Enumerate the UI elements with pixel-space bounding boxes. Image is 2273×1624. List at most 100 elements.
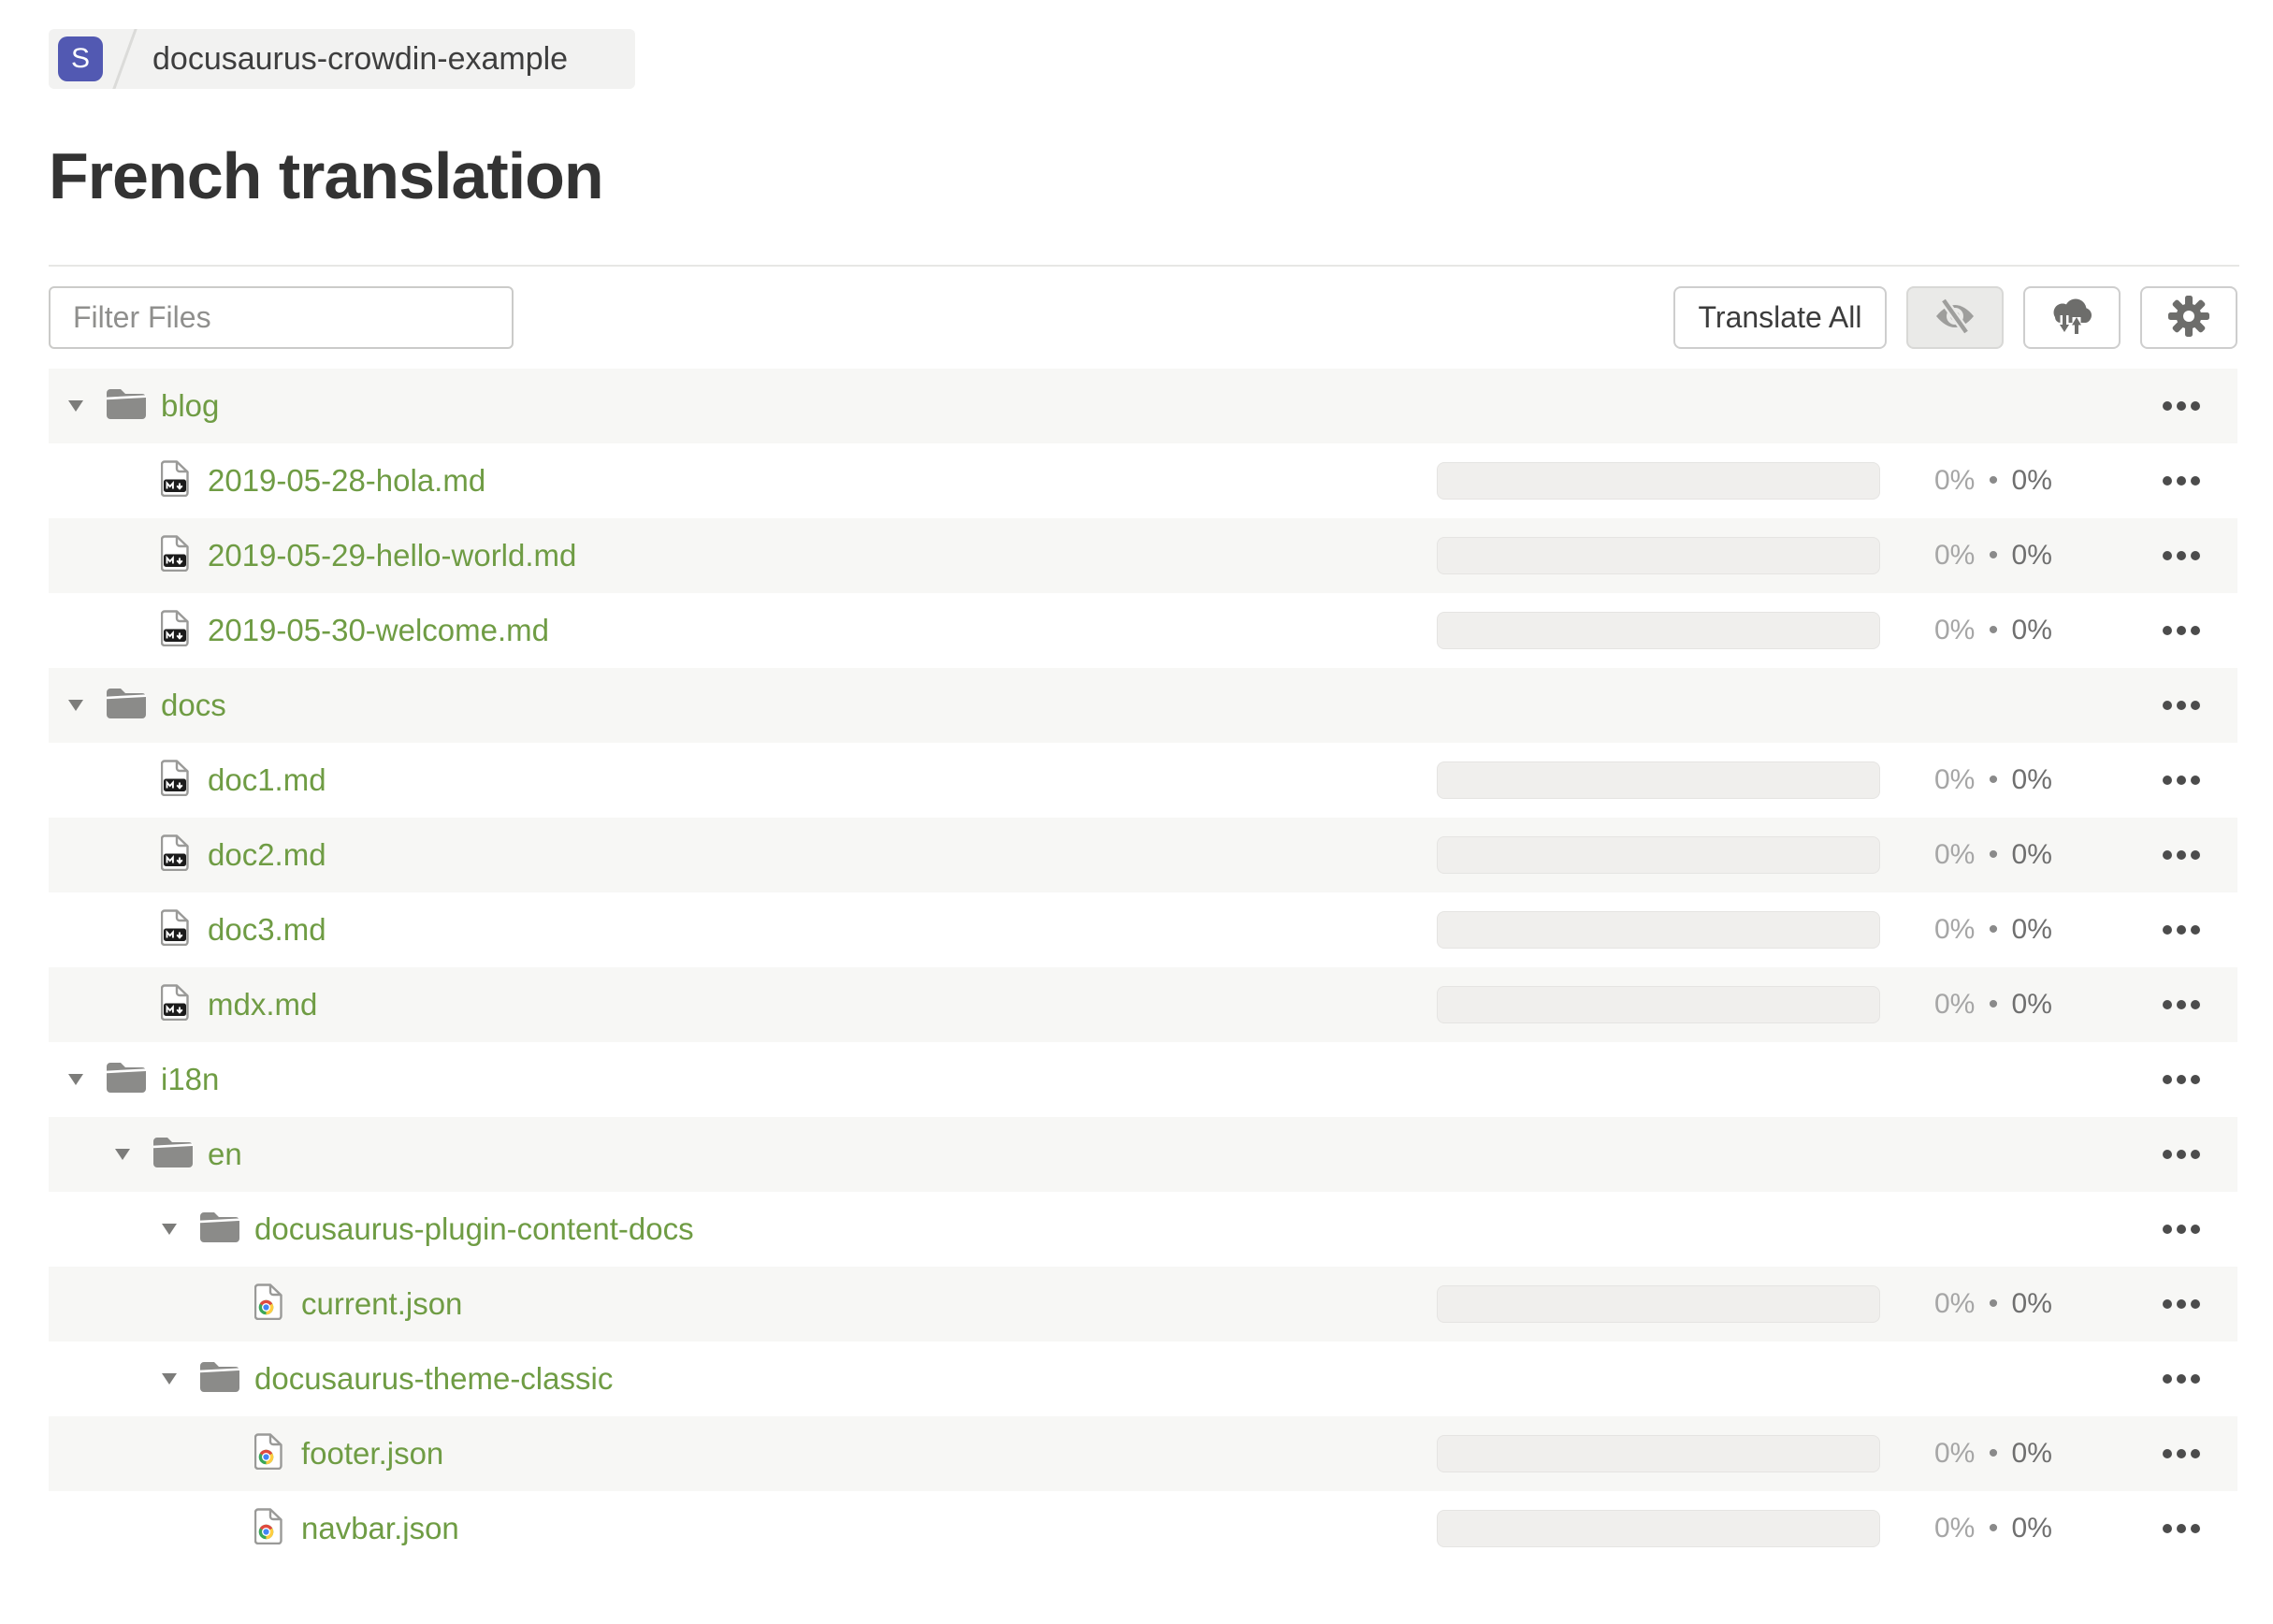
- tree-row[interactable]: 2019-05-29-hello-world.md 0% • 0%: [49, 518, 2237, 593]
- folder-name-link[interactable]: docusaurus-theme-classic: [254, 1361, 613, 1397]
- file-name-link[interactable]: doc2.md: [208, 837, 326, 873]
- toolbar-buttons: Translate All: [1673, 286, 2237, 349]
- filter-files-input[interactable]: [49, 286, 514, 349]
- progress-percentages: 0% • 0%: [1934, 764, 2075, 796]
- tree-row[interactable]: 2019-05-28-hola.md 0% • 0%: [49, 443, 2237, 518]
- translate-all-button[interactable]: Translate All: [1673, 286, 1887, 349]
- tree-row-right: 0% • 0%: [1437, 1285, 2237, 1323]
- expand-triangle-icon[interactable]: [115, 1149, 130, 1160]
- translation-progress-bar: [1437, 1285, 1880, 1323]
- percent-separator: •: [1980, 1438, 2006, 1469]
- tree-row[interactable]: docs: [49, 668, 2237, 743]
- file-name-link[interactable]: navbar.json: [301, 1511, 459, 1546]
- tree-row[interactable]: navbar.json 0% • 0%: [49, 1491, 2237, 1566]
- tree-row-right: 0% • 0%: [1437, 612, 2237, 649]
- expand-triangle-icon[interactable]: [68, 700, 83, 711]
- json-file-icon: [253, 1508, 282, 1549]
- row-context-menu-button[interactable]: [2163, 551, 2200, 560]
- tree-row[interactable]: mdx.md 0% • 0%: [49, 967, 2237, 1042]
- file-name-link[interactable]: footer.json: [301, 1436, 443, 1472]
- cloud-sync-icon: [2049, 297, 2094, 338]
- folder-name-link[interactable]: i18n: [161, 1062, 219, 1097]
- markdown-file-icon: [160, 760, 189, 801]
- progress-percentages: 0% • 0%: [1934, 465, 2075, 497]
- tree-row[interactable]: docusaurus-plugin-content-docs: [49, 1192, 2237, 1267]
- json-file-icon: [253, 1433, 282, 1474]
- tree-row[interactable]: docusaurus-theme-classic: [49, 1341, 2237, 1416]
- progress-percentages: 0% • 0%: [1934, 1288, 2075, 1320]
- breadcrumb-project-name[interactable]: docusaurus-crowdin-example: [152, 41, 568, 78]
- tree-row-left: docusaurus-plugin-content-docs: [49, 1211, 694, 1247]
- breadcrumb-slash-separator: [108, 29, 142, 89]
- tree-row[interactable]: footer.json 0% • 0%: [49, 1416, 2237, 1491]
- markdown-file-icon: [160, 460, 189, 501]
- expand-triangle-icon[interactable]: [162, 1373, 177, 1385]
- hide-completed-button[interactable]: [1906, 286, 2004, 349]
- tree-row[interactable]: i18n: [49, 1042, 2237, 1117]
- row-context-menu-button[interactable]: [2163, 1075, 2200, 1084]
- row-context-menu-button[interactable]: [2163, 925, 2200, 935]
- folder-name-link[interactable]: blog: [161, 388, 219, 424]
- tree-row-left: doc2.md: [49, 834, 326, 876]
- translation-progress-bar: [1437, 761, 1880, 799]
- expand-triangle-icon[interactable]: [162, 1224, 177, 1235]
- tree-row[interactable]: current.json 0% • 0%: [49, 1267, 2237, 1341]
- breadcrumb[interactable]: S docusaurus-crowdin-example: [49, 29, 636, 89]
- tree-row-right: 0% • 0%: [1437, 986, 2237, 1023]
- settings-button[interactable]: [2140, 286, 2237, 349]
- expand-triangle-icon[interactable]: [68, 1074, 83, 1085]
- translation-progress-bar: [1437, 986, 1880, 1023]
- translation-progress-bar: [1437, 1510, 1880, 1547]
- json-file-icon: [253, 1283, 282, 1325]
- file-name-link[interactable]: 2019-05-28-hola.md: [208, 463, 485, 499]
- tree-row[interactable]: 2019-05-30-welcome.md 0% • 0%: [49, 593, 2237, 668]
- row-context-menu-button[interactable]: [2163, 476, 2200, 486]
- tree-row[interactable]: doc3.md 0% • 0%: [49, 892, 2237, 967]
- row-context-menu-button[interactable]: [2163, 1000, 2200, 1009]
- folder-name-link[interactable]: docusaurus-plugin-content-docs: [254, 1211, 694, 1247]
- file-name-link[interactable]: doc3.md: [208, 912, 326, 948]
- file-name-link[interactable]: 2019-05-29-hello-world.md: [208, 538, 576, 573]
- project-page: S docusaurus-crowdin-example French tran…: [0, 0, 2273, 1624]
- row-context-menu-button[interactable]: [2163, 1299, 2200, 1309]
- tree-row[interactable]: blog: [49, 369, 2237, 443]
- row-context-menu-button[interactable]: [2163, 776, 2200, 785]
- row-context-menu-button[interactable]: [2163, 1150, 2200, 1159]
- row-context-menu-button[interactable]: [2163, 850, 2200, 860]
- tree-row-left: 2019-05-30-welcome.md: [49, 610, 549, 651]
- tree-row-right: [1437, 1150, 2237, 1159]
- expand-triangle-icon[interactable]: [68, 400, 83, 412]
- row-context-menu-button[interactable]: [2163, 1225, 2200, 1234]
- row-context-menu-button[interactable]: [2163, 401, 2200, 411]
- file-name-link[interactable]: current.json: [301, 1286, 462, 1322]
- file-tree: blog 2019-05-28-hola.md 0% • 0% 2019-05-…: [49, 369, 2237, 1566]
- percent-separator: •: [1980, 615, 2006, 645]
- tree-row-right: 0% • 0%: [1437, 911, 2237, 949]
- tree-row[interactable]: en: [49, 1117, 2237, 1192]
- row-context-menu-button[interactable]: [2163, 626, 2200, 635]
- tree-row-left: 2019-05-28-hola.md: [49, 460, 485, 501]
- folder-name-link[interactable]: docs: [161, 688, 226, 723]
- row-context-menu-button[interactable]: [2163, 1449, 2200, 1458]
- folder-icon: [103, 688, 152, 723]
- tree-row-right: 0% • 0%: [1437, 537, 2237, 574]
- file-name-link[interactable]: 2019-05-30-welcome.md: [208, 613, 549, 648]
- tree-row-left: mdx.md: [49, 984, 317, 1025]
- file-name-link[interactable]: doc1.md: [208, 762, 326, 798]
- approved-percent: 0%: [2011, 540, 2052, 571]
- translated-percent: 0%: [1934, 1438, 1976, 1469]
- row-context-menu-button[interactable]: [2163, 1524, 2200, 1533]
- file-name-link[interactable]: mdx.md: [208, 987, 317, 1022]
- tree-row[interactable]: doc1.md 0% • 0%: [49, 743, 2237, 818]
- percent-separator: •: [1980, 764, 2006, 795]
- row-context-menu-button[interactable]: [2163, 701, 2200, 710]
- percent-separator: •: [1980, 1513, 2006, 1544]
- approved-percent: 0%: [2011, 839, 2052, 870]
- row-context-menu-button[interactable]: [2163, 1374, 2200, 1384]
- tree-row[interactable]: doc2.md 0% • 0%: [49, 818, 2237, 892]
- sync-files-button[interactable]: [2023, 286, 2121, 349]
- approved-percent: 0%: [2011, 764, 2052, 795]
- tree-row-right: 0% • 0%: [1437, 1435, 2237, 1472]
- folder-name-link[interactable]: en: [208, 1137, 242, 1172]
- progress-percentages: 0% • 0%: [1934, 914, 2075, 946]
